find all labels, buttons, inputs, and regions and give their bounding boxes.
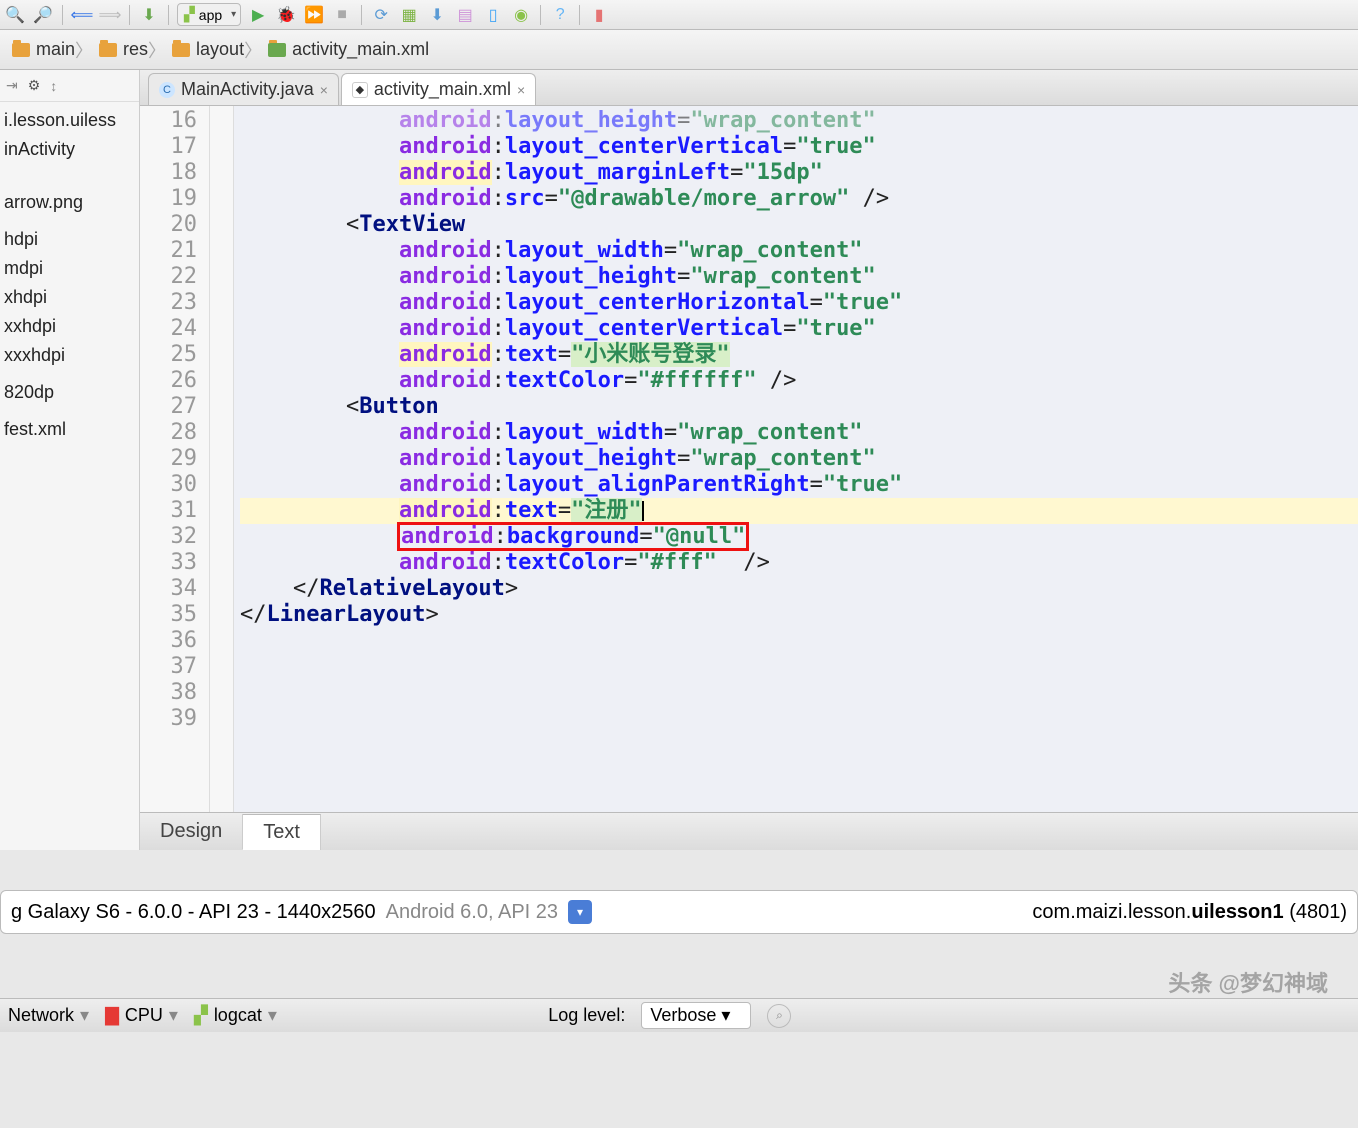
tab-activity_main.xml[interactable]: ◆activity_main.xml× (341, 73, 536, 105)
line-gutter: 1617181920212223242526272829303132333435… (140, 106, 210, 812)
chevron-down-icon: ▾ (169, 1005, 178, 1026)
editor-tabs: CMainActivity.java×◆activity_main.xml× (140, 70, 1358, 106)
project-item[interactable]: hdpi (0, 225, 139, 254)
separator (129, 5, 130, 25)
editor-bottom-tabs: Design Text (140, 812, 1358, 850)
sdk-icon[interactable]: ⬇ (426, 4, 448, 26)
project-item[interactable]: xhdpi (0, 283, 139, 312)
project-item[interactable]: fest.xml (0, 415, 139, 444)
fold-gutter[interactable] (210, 106, 234, 812)
separator (579, 5, 580, 25)
separator (168, 5, 169, 25)
run-icon[interactable]: ▶ (247, 4, 269, 26)
crumb-layout[interactable]: layout (164, 35, 258, 64)
close-icon[interactable]: × (517, 82, 525, 98)
search-icon[interactable]: 🔍 (4, 4, 26, 26)
cpu-icon: ▇ (105, 1005, 119, 1026)
project-tree[interactable]: i.lesson.uilessinActivity arrow.png hdpimd… (0, 102, 139, 448)
device-icon[interactable]: ▯ (482, 4, 504, 26)
book-icon[interactable]: ▮ (588, 4, 610, 26)
project-panel: ⇥ ⚙ ↕ i.lesson.uilessinActivity arrow.png… (0, 70, 140, 850)
project-item[interactable] (0, 172, 139, 180)
chevron-down-icon: ▾ (268, 1005, 277, 1026)
tab-MainActivity.java[interactable]: CMainActivity.java× (148, 73, 339, 105)
crumb-main[interactable]: main (4, 35, 89, 64)
sync-icon[interactable]: ⟳ (370, 4, 392, 26)
search-replace-icon[interactable]: 🔎 (32, 4, 54, 26)
process-name: com.maizi.lesson.uilesson1 (4801) (1032, 901, 1347, 924)
android-icon: ▞ (184, 6, 195, 23)
build-icon[interactable]: ⬇︎ (138, 4, 160, 26)
separator (361, 5, 362, 25)
crumb-res[interactable]: res (91, 35, 162, 64)
gear-icon[interactable]: ⚙ (28, 77, 41, 94)
footer-cpu[interactable]: ▇ CPU▾ (105, 1005, 178, 1026)
search-icon[interactable]: ⌕ (767, 1004, 791, 1028)
editor-column: CMainActivity.java×◆activity_main.xml× 1… (140, 70, 1358, 850)
project-item[interactable] (0, 180, 139, 188)
run-config-selector[interactable]: ▞ app (177, 3, 241, 26)
project-item[interactable]: i.lesson.uiless (0, 106, 139, 135)
back-icon[interactable]: ⟸ (71, 4, 93, 26)
breadcrumb: mainreslayoutactivity_main.xml (0, 30, 1358, 70)
monitor-icon[interactable]: ▤ (454, 4, 476, 26)
separator (62, 5, 63, 25)
device-sub: Android 6.0, API 23 (386, 901, 558, 924)
log-level-label: Log level: (548, 1005, 625, 1026)
main-toolbar: 🔍 🔎 ⟸ ⟹ ⬇︎ ▞ app ▶ 🐞 ⏩ ■ ⟳ ▦ ⬇ ▤ ▯ ◉ ? ▮ (0, 0, 1358, 30)
java-file-icon: C (159, 82, 175, 98)
project-tools: ⇥ ⚙ ↕ (0, 70, 139, 102)
project-item[interactable]: arrow.png (0, 188, 139, 217)
close-icon[interactable]: × (320, 82, 328, 98)
log-level-select[interactable]: Verbose ▾ (641, 1002, 751, 1029)
forward-icon: ⟹ (99, 4, 121, 26)
sort-icon[interactable]: ↕ (50, 78, 57, 94)
project-item[interactable]: xxhdpi (0, 312, 139, 341)
project-item[interactable]: xxxhdpi (0, 341, 139, 370)
help-icon[interactable]: ? (549, 4, 571, 26)
app-label: app (199, 7, 222, 23)
debug-icon[interactable]: 🐞 (275, 4, 297, 26)
project-item[interactable]: 820dp (0, 378, 139, 407)
tab-design[interactable]: Design (140, 814, 243, 849)
folder-icon (99, 43, 117, 57)
device-name: g Galaxy S6 - 6.0.0 - API 23 - 1440x2560 (11, 901, 376, 924)
project-item[interactable] (0, 407, 139, 415)
folder-icon (172, 43, 190, 57)
project-item[interactable] (0, 217, 139, 225)
footer-logcat[interactable]: ▞ logcat▾ (194, 1005, 277, 1026)
xml-file-icon: ◆ (352, 82, 368, 98)
android-head-icon[interactable]: ◉ (510, 4, 532, 26)
watermark: 头条 @梦幻神域 (1168, 966, 1328, 998)
code-editor[interactable]: 1617181920212223242526272829303132333435… (140, 106, 1358, 812)
folder-icon (12, 43, 30, 57)
separator (540, 5, 541, 25)
project-item[interactable] (0, 370, 139, 378)
device-bar: g Galaxy S6 - 6.0.0 - API 23 - 1440x2560… (0, 890, 1358, 934)
crumb-activity_main.xml[interactable]: activity_main.xml (260, 35, 443, 64)
chevron-down-icon: ▾ (80, 1005, 89, 1026)
folder-icon (268, 43, 286, 57)
code-area[interactable]: android:layout_height="wrap_content" and… (234, 106, 1358, 812)
project-item[interactable] (0, 164, 139, 172)
collapse-icon[interactable]: ⇥ (6, 77, 18, 94)
footer-toolbar: Network▾ ▇ CPU▾ ▞ logcat▾ Log level: Ver… (0, 998, 1358, 1032)
tab-text[interactable]: Text (243, 814, 321, 850)
stop-icon[interactable]: ■ (331, 4, 353, 26)
footer-network[interactable]: Network▾ (8, 1005, 89, 1026)
project-item[interactable]: mdpi (0, 254, 139, 283)
avd-icon[interactable]: ▦ (398, 4, 420, 26)
spinner-icon[interactable]: ▾ (568, 900, 592, 924)
logcat-icon: ▞ (194, 1005, 208, 1026)
project-item[interactable]: inActivity (0, 135, 139, 164)
attach-icon[interactable]: ⏩ (303, 4, 325, 26)
